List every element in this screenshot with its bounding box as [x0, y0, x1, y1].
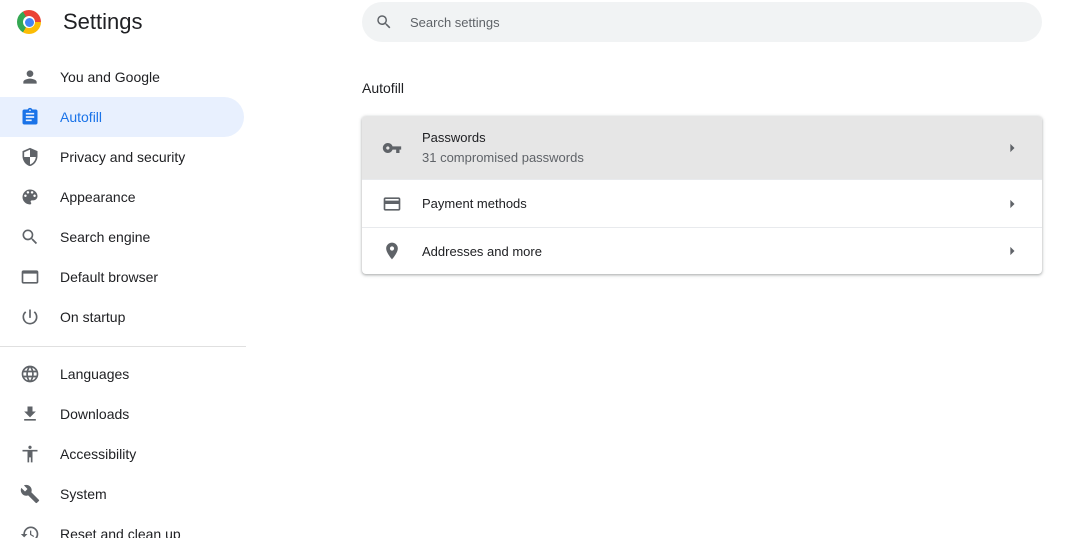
- power-icon: [20, 307, 40, 327]
- person-icon: [20, 67, 40, 87]
- sidebar-item-privacy-and-security[interactable]: Privacy and security: [0, 137, 244, 177]
- arrow-right-icon: [1002, 194, 1022, 214]
- row-sublabel: 31 compromised passwords: [422, 150, 584, 165]
- addresses-row[interactable]: Addresses and more: [362, 227, 1042, 274]
- history-icon: [20, 524, 40, 538]
- key-icon: [382, 138, 402, 158]
- sidebar-item-downloads[interactable]: Downloads: [0, 394, 244, 434]
- sidebar-item-search-engine[interactable]: Search engine: [0, 217, 244, 257]
- sidebar-item-appearance[interactable]: Appearance: [0, 177, 244, 217]
- chrome-logo: [17, 10, 41, 34]
- sidebar-item-label: You and Google: [60, 69, 160, 85]
- sidebar-item-label: Search engine: [60, 229, 151, 245]
- sidebar-item-label: Reset and clean up: [60, 526, 181, 538]
- sidebar-item-label: Autofill: [60, 109, 103, 125]
- autofill-card: Passwords 31 compromised passwords Payme…: [362, 116, 1042, 274]
- sidebar-item-label: System: [60, 486, 107, 502]
- sidebar-item-label: On startup: [60, 309, 126, 325]
- download-icon: [20, 404, 40, 424]
- sidebar-item-accessibility[interactable]: Accessibility: [0, 434, 244, 474]
- browser-window-icon: [20, 267, 40, 287]
- row-label: Addresses and more: [422, 243, 542, 259]
- sidebar-item-label: Appearance: [60, 189, 136, 205]
- sidebar-item-label: Privacy and security: [60, 149, 186, 165]
- sidebar-item-autofill[interactable]: Autofill: [0, 97, 244, 137]
- location-pin-icon: [382, 241, 402, 261]
- passwords-row[interactable]: Passwords 31 compromised passwords: [362, 116, 1042, 179]
- sidebar-item-system[interactable]: System: [0, 474, 244, 514]
- wrench-icon: [20, 484, 40, 504]
- section-title: Autofill: [362, 80, 405, 96]
- row-label: Payment methods: [422, 196, 527, 211]
- sidebar-item-default-browser[interactable]: Default browser: [0, 257, 244, 297]
- credit-card-icon: [382, 194, 402, 214]
- search-icon: [20, 227, 40, 247]
- sidebar-item-label: Languages: [60, 366, 130, 382]
- sidebar-item-reset-and-clean-up[interactable]: Reset and clean up: [0, 514, 244, 538]
- page-title: Settings: [63, 9, 143, 34]
- sidebar-item-label: Default browser: [60, 269, 159, 285]
- sidebar-item-label: Accessibility: [60, 446, 137, 462]
- search-bar[interactable]: [362, 2, 1042, 42]
- palette-icon: [20, 187, 40, 207]
- shield-icon: [20, 147, 40, 167]
- search-input[interactable]: [408, 13, 1012, 31]
- sidebar-divider: [0, 346, 246, 347]
- search-icon: [375, 13, 393, 31]
- settings-page: Settings You and Google Autofill Privacy…: [0, 0, 1080, 538]
- arrow-right-icon: [1002, 241, 1022, 261]
- sidebar-item-on-startup[interactable]: On startup: [0, 297, 244, 337]
- globe-icon: [20, 364, 40, 384]
- sidebar: You and Google Autofill Privacy and secu…: [0, 57, 246, 538]
- accessibility-icon: [20, 444, 40, 464]
- sidebar-item-languages[interactable]: Languages: [0, 354, 244, 394]
- clipboard-icon: [20, 107, 40, 127]
- sidebar-item-you-and-google[interactable]: You and Google: [0, 57, 244, 97]
- payment-methods-row[interactable]: Payment methods: [362, 179, 1042, 227]
- sidebar-item-label: Downloads: [60, 406, 130, 422]
- row-label: Passwords: [422, 130, 486, 145]
- arrow-right-icon: [1002, 138, 1022, 158]
